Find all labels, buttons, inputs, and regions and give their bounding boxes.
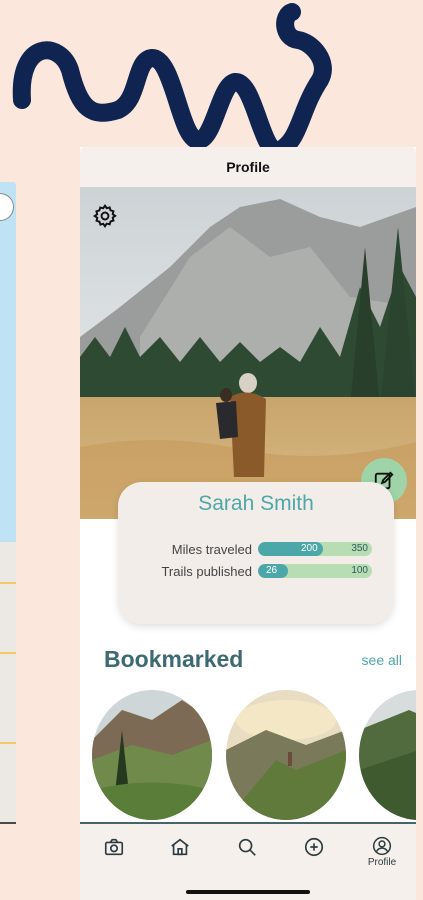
bookmarked-trail-card[interactable] <box>92 690 212 820</box>
plus-circle-icon <box>304 837 324 857</box>
miles-traveled-progress: 200 350 <box>258 542 372 556</box>
tab-search[interactable] <box>227 836 267 876</box>
trails-published-progress: 26 100 <box>258 564 372 578</box>
profile-screen: Profile Sarah Smith Miles traveled 200 3… <box>80 147 416 900</box>
bookmarked-heading: Bookmarked <box>104 646 244 672</box>
miles-traveled-current: 200 <box>301 543 318 554</box>
page-title: Profile <box>226 159 270 175</box>
bottom-tab-bar: Profile <box>80 822 416 900</box>
miles-traveled-label: Miles traveled <box>171 542 252 557</box>
profile-card: Sarah Smith Miles traveled 200 350 Trail… <box>118 482 394 624</box>
home-icon <box>171 838 189 856</box>
map-divider <box>0 822 16 824</box>
background-map-fragment <box>0 182 16 822</box>
bookmarked-trail-card[interactable] <box>226 690 346 820</box>
decorative-squiggle <box>12 3 332 160</box>
header-bar: Profile <box>80 147 416 188</box>
tab-camera[interactable] <box>94 836 134 876</box>
tab-add[interactable] <box>294 836 334 876</box>
tab-profile-label: Profile <box>367 857 397 868</box>
bookmarked-trail-card[interactable] <box>359 690 416 820</box>
tab-profile[interactable]: Profile <box>362 836 402 876</box>
miles-traveled-max: 350 <box>351 543 368 554</box>
see-all-link[interactable]: see all <box>362 652 402 668</box>
camera-icon <box>104 838 124 856</box>
tab-home[interactable] <box>160 836 200 876</box>
trails-published-label: Trails published <box>161 564 252 579</box>
home-indicator <box>186 890 310 894</box>
trails-published-max: 100 <box>351 565 368 576</box>
search-icon <box>238 838 256 856</box>
trails-published-current: 26 <box>266 565 278 576</box>
profile-icon <box>372 836 392 856</box>
settings-gear-icon[interactable] <box>92 203 118 229</box>
profile-name: Sarah Smith <box>198 492 314 515</box>
